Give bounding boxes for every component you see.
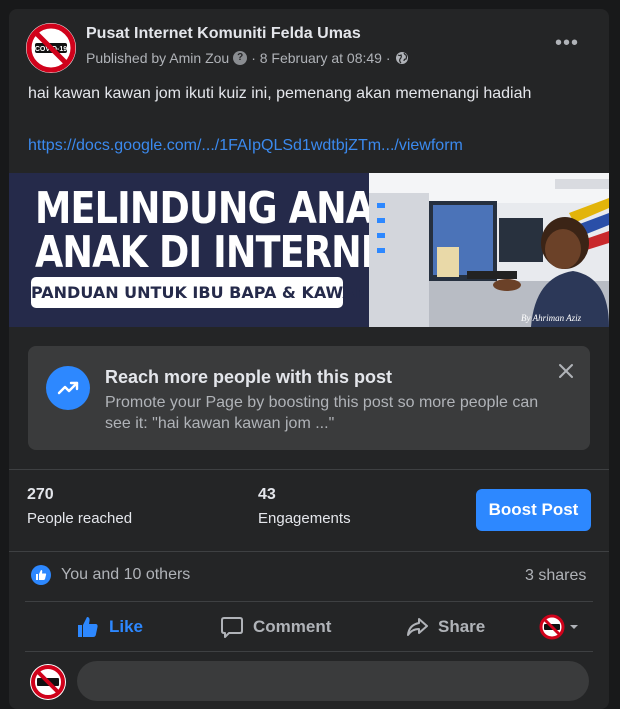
globe-icon: [395, 52, 408, 64]
published-by[interactable]: Published by Amin Zou: [86, 50, 229, 66]
engagements-label: Engagements: [258, 510, 351, 527]
banner-line2: ANAK DI INTERNET: [35, 227, 410, 278]
people-reached-stat[interactable]: 270 People reached: [27, 486, 132, 527]
shares-count[interactable]: 3 shares: [525, 567, 586, 585]
boost-promo: Reach more people with this post Promote…: [28, 346, 590, 450]
share-label: Share: [438, 617, 486, 636]
post-header: COVID-19 Pusat Internet Komuniti Felda U…: [9, 9, 609, 79]
comment-label: Comment: [253, 617, 332, 636]
more-icon[interactable]: •••: [552, 33, 582, 53]
boost-post-button[interactable]: Boost Post: [476, 489, 591, 531]
like-icon: [31, 565, 51, 585]
banner-subtitle: PANDUAN UNTUK IBU BAPA & KAWAN²: [31, 277, 375, 308]
promo-title: Reach more people with this post: [105, 367, 393, 387]
comment-input[interactable]: [77, 661, 589, 701]
comment-button[interactable]: Comment: [220, 612, 331, 642]
post-date[interactable]: · 8 February at 08:49 ·: [251, 50, 390, 66]
divider: [25, 601, 593, 602]
banner-photo: [369, 173, 609, 327]
post-as-selector[interactable]: [539, 612, 580, 642]
banner-line1: MELINDUNG ANAK: [35, 183, 402, 234]
engagements-value: 43: [258, 486, 276, 503]
reactions-text: You and 10 others: [61, 566, 191, 583]
comment-avatar[interactable]: [30, 664, 66, 700]
engagements-stat[interactable]: 43 Engagements: [258, 486, 351, 527]
divider: [25, 651, 593, 652]
question-icon[interactable]: ?: [233, 51, 248, 65]
post-link[interactable]: https://docs.google.com/.../1FAIpQLSd1wd…: [28, 137, 463, 155]
post-text: hai kawan kawan jom ikuti kuiz ini, peme…: [28, 85, 532, 102]
page-name[interactable]: Pusat Internet Komuniti Felda Umas: [86, 25, 361, 43]
people-reached-label: People reached: [27, 510, 133, 527]
share-icon: [407, 618, 428, 636]
comment-icon: [221, 617, 243, 638]
trend-arrow-icon: [46, 366, 90, 410]
post-meta: Published by Amin Zou ? · 8 February at …: [86, 50, 409, 66]
post-image[interactable]: MELINDUNG ANAK ANAK DI INTERNET PANDUAN …: [9, 173, 609, 327]
page-avatar[interactable]: COVID-19: [26, 23, 76, 73]
like-label: Like: [109, 617, 144, 636]
reactions-summary[interactable]: You and 10 others: [31, 565, 190, 585]
promo-description: Promote your Page by boosting this post …: [105, 394, 539, 432]
post-card: COVID-19 Pusat Internet Komuniti Felda U…: [9, 9, 609, 709]
share-button[interactable]: Share: [405, 612, 485, 642]
banner-credit: By Ahriman Aziz: [521, 313, 582, 323]
divider: [9, 551, 609, 552]
close-icon[interactable]: [555, 360, 577, 382]
thumbs-up-icon: [78, 617, 98, 637]
divider: [9, 469, 609, 470]
page-avatar-small: [539, 614, 565, 640]
like-button[interactable]: Like: [76, 612, 143, 642]
chevron-down-icon: [570, 625, 578, 629]
people-reached-value: 270: [27, 486, 54, 503]
